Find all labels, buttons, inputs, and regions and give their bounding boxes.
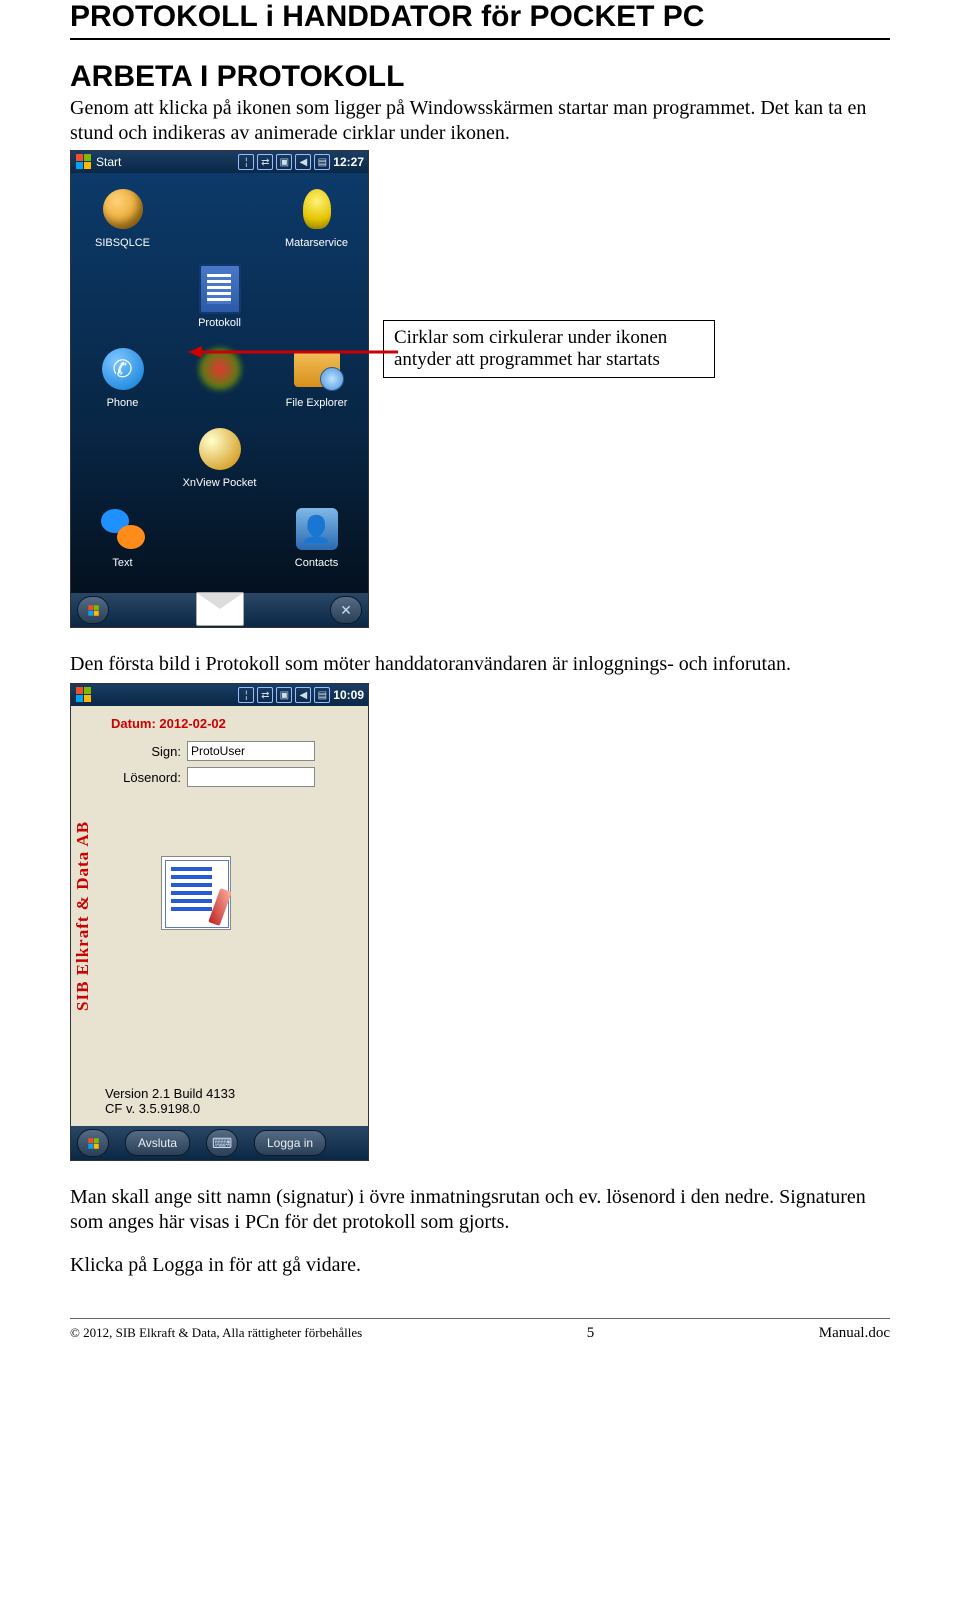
file-name: Manual.doc xyxy=(819,1325,890,1342)
paragraph-4: Klicka på Logga in för att gå vidare. xyxy=(70,1253,890,1278)
screenshot-home: Start ¦ ⇄ ▣ ◀ ▤ 12:27 SIBSQLCE Matarserv… xyxy=(70,150,369,628)
network-icon: ▤ xyxy=(314,154,330,170)
app-text[interactable]: Text xyxy=(77,503,168,569)
soft-start-icon[interactable] xyxy=(77,1129,109,1157)
app-xnview[interactable]: XnView Pocket xyxy=(174,423,265,489)
signal-icon: ¦ xyxy=(238,687,254,703)
sync-icon: ⇄ xyxy=(257,154,273,170)
app-contacts[interactable]: 👤Contacts xyxy=(271,503,362,569)
app-phone[interactable]: ✆Phone xyxy=(77,343,168,409)
windows-icon xyxy=(75,687,92,704)
windows-icon xyxy=(75,154,92,171)
rule xyxy=(70,38,890,40)
version-line-1: Version 2.1 Build 4133 xyxy=(105,1086,235,1101)
side-brand: SIB Elkraft & Data AB xyxy=(73,716,91,1116)
battery-icon: ▣ xyxy=(276,687,292,703)
page-number: 5 xyxy=(362,1325,819,1342)
app-matarservice[interactable]: Matarservice xyxy=(271,183,362,249)
quit-button[interactable]: Avsluta xyxy=(125,1130,190,1156)
password-label: Lösenord: xyxy=(111,770,187,785)
app-sibsqlce[interactable]: SIBSQLCE xyxy=(77,183,168,249)
clock: 12:27 xyxy=(333,155,364,169)
sign-label: Sign: xyxy=(111,744,187,759)
paragraph-2: Den första bild i Protokoll som möter ha… xyxy=(70,652,890,677)
callout-arrow xyxy=(188,342,408,362)
battery-icon: ▣ xyxy=(276,154,292,170)
app-email[interactable]: E-mail xyxy=(174,583,265,649)
sign-input[interactable] xyxy=(187,741,315,761)
volume-icon: ◀ xyxy=(295,154,311,170)
protokoll-app-icon xyxy=(161,856,231,930)
intro-paragraph: Genom att klicka på ikonen som ligger på… xyxy=(70,96,890,146)
password-input[interactable] xyxy=(187,767,315,787)
date-label: Datum: 2012-02-02 xyxy=(111,716,358,731)
doc-title: PROTOKOLL i HANDDATOR för POCKET PC xyxy=(70,0,890,34)
section-heading: ARBETA I PROTOKOLL xyxy=(70,60,890,94)
signal-icon: ¦ xyxy=(238,154,254,170)
keyboard-icon[interactable]: ⌨ xyxy=(206,1129,238,1157)
screenshot-login: ¦ ⇄ ▣ ◀ ▤ 10:09 SIB Elkraft & Data AB Da… xyxy=(70,683,369,1161)
copyright: © 2012, SIB Elkraft & Data, Alla rättigh… xyxy=(70,1325,362,1342)
app-protokoll[interactable]: Protokoll xyxy=(174,263,265,329)
start-label[interactable]: Start xyxy=(96,155,121,169)
callout-box: Cirklar som cirkulerar under ikonen anty… xyxy=(383,320,715,378)
sync-icon: ⇄ xyxy=(257,687,273,703)
paragraph-3: Man skall ange sitt namn (signatur) i öv… xyxy=(70,1185,890,1235)
login-button[interactable]: Logga in xyxy=(254,1130,326,1156)
network-icon: ▤ xyxy=(314,687,330,703)
clock: 10:09 xyxy=(333,688,364,702)
page-footer: © 2012, SIB Elkraft & Data, Alla rättigh… xyxy=(70,1318,890,1342)
version-line-2: CF v. 3.5.9198.0 xyxy=(105,1101,235,1116)
volume-icon: ◀ xyxy=(295,687,311,703)
